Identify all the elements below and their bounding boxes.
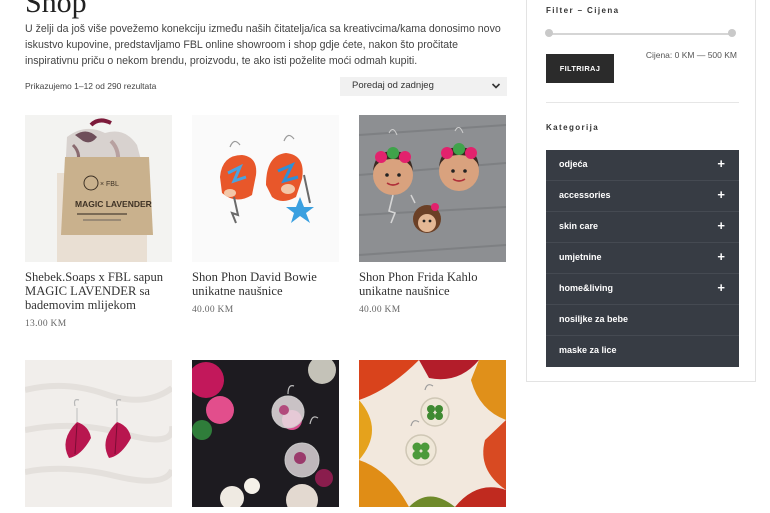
- category-label: home&living: [559, 283, 614, 293]
- category-item-maske-za-lice[interactable]: maske za lice: [546, 336, 739, 367]
- product-card[interactable]: Shon Phon David Bowie unikatne naušnice …: [192, 115, 339, 315]
- sidebar-divider: [546, 102, 739, 103]
- category-item-accessories[interactable]: accessories +: [546, 181, 739, 212]
- price-filter-title: Filter – Cijena: [546, 6, 620, 15]
- product-card[interactable]: [359, 360, 506, 507]
- sort-selected-value: Poredaj od zadnjeg: [352, 80, 434, 91]
- category-item-nosiljke-za-bebe[interactable]: nosiljke za bebe: [546, 305, 739, 336]
- category-label: umjetnine: [559, 252, 602, 262]
- category-label: nosiljke za bebe: [559, 314, 629, 324]
- category-item-umjetnine[interactable]: umjetnine +: [546, 243, 739, 274]
- product-name[interactable]: Shon Phon David Bowie unikatne naušnice: [192, 270, 339, 298]
- sort-select[interactable]: Poredaj od zadnjeg: [340, 77, 507, 96]
- product-name[interactable]: Shon Phon Frida Kahlo unikatne naušnice: [359, 270, 506, 298]
- product-image-frida-earrings[interactable]: [359, 115, 506, 262]
- category-label: maske za lice: [559, 345, 617, 355]
- filter-button[interactable]: FILTRIRAJ: [546, 54, 614, 83]
- price-range-text: Cijena: 0 KM — 500 KM: [645, 50, 737, 60]
- product-name[interactable]: Shebek.Soaps x FBL sapun MAGIC LAVENDER …: [25, 270, 172, 312]
- expand-plus-icon[interactable]: +: [717, 188, 725, 202]
- product-card[interactable]: [192, 360, 339, 507]
- category-label: accessories: [559, 190, 611, 200]
- product-card[interactable]: [25, 360, 172, 507]
- soap-label-text: MAGIC LAVENDER: [75, 199, 152, 209]
- product-image-bowie-earrings[interactable]: [192, 115, 339, 262]
- result-count: Prikazujemo 1–12 od 290 rezultata: [25, 81, 157, 91]
- chevron-down-icon: [491, 83, 501, 89]
- categories-title: Kategorija: [546, 123, 600, 132]
- price-slider-min-handle[interactable]: [545, 29, 553, 37]
- product-card[interactable]: × FBL MAGIC LAVENDER Shebek.Soaps x FBL …: [25, 115, 172, 329]
- expand-plus-icon[interactable]: +: [717, 281, 725, 295]
- category-label: skin care: [559, 221, 599, 231]
- product-image-flower-earrings[interactable]: [192, 360, 339, 507]
- product-price: 40.00 KM: [359, 305, 401, 315]
- category-item-home-living[interactable]: home&living +: [546, 274, 739, 305]
- expand-plus-icon[interactable]: +: [717, 219, 725, 233]
- product-price: 40.00 KM: [192, 305, 234, 315]
- shop-intro-text: U želji da još više povežemo konekciju i…: [25, 23, 501, 67]
- product-card[interactable]: Shon Phon Frida Kahlo unikatne naušnice …: [359, 115, 506, 315]
- product-image-leaf-earrings[interactable]: [25, 360, 172, 507]
- expand-plus-icon[interactable]: +: [717, 157, 725, 171]
- category-item-skin-care[interactable]: skin care +: [546, 212, 739, 243]
- product-price: 13.00 KM: [25, 319, 67, 329]
- price-slider-track[interactable]: [549, 33, 732, 35]
- page-title: Shop: [25, 0, 87, 19]
- category-item-odjeca[interactable]: odjeća +: [546, 150, 739, 181]
- expand-plus-icon[interactable]: +: [717, 250, 725, 264]
- product-image-clover-earrings[interactable]: [359, 360, 506, 507]
- soap-brand-text: × FBL: [100, 181, 119, 188]
- category-list: odjeća + accessories + skin care + umjet…: [546, 150, 739, 367]
- category-label: odjeća: [559, 159, 588, 169]
- price-slider-max-handle[interactable]: [728, 29, 736, 37]
- shop-sidebar: Filter – Cijena FILTRIRAJ Cijena: 0 KM —…: [526, 0, 756, 382]
- product-image-soap[interactable]: × FBL MAGIC LAVENDER: [25, 115, 172, 262]
